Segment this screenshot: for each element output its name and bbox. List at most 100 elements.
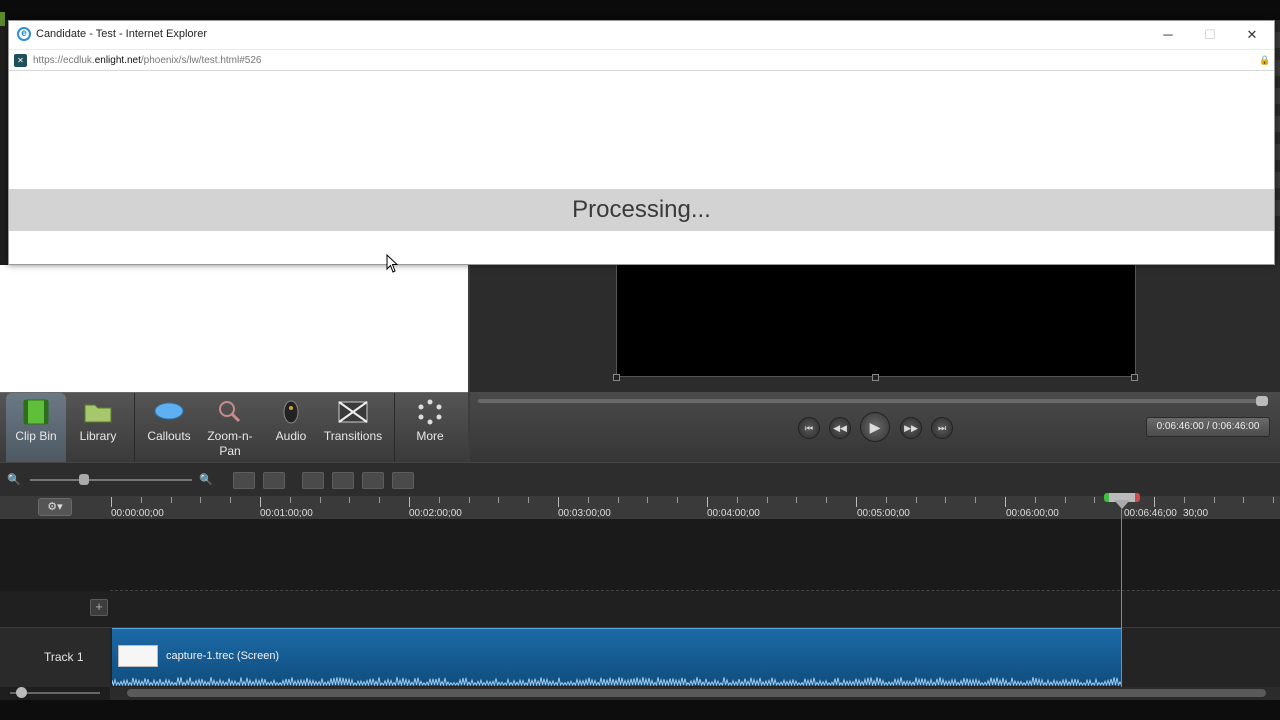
speaker-icon: [283, 400, 299, 424]
ruler-tick: [647, 497, 648, 503]
film-icon: [23, 399, 49, 425]
magnifier-icon: [219, 401, 241, 423]
playhead-marker[interactable]: [1114, 500, 1130, 509]
tab-transitions[interactable]: Transitions: [320, 393, 386, 463]
ruler-tick: [439, 497, 440, 503]
rewind-button[interactable]: ◀◀: [829, 417, 851, 439]
ruler-label: 00:05:00;00: [857, 508, 910, 519]
ruler-tick: [856, 497, 857, 507]
ruler-tick: [498, 497, 499, 503]
zoom-in-icon[interactable]: 🔍: [198, 473, 214, 487]
ruler-tick: [1243, 497, 1244, 503]
zoom-out-icon[interactable]: 🔍: [6, 473, 22, 487]
preview-canvas[interactable]: [616, 265, 1136, 377]
tool-tabs: Clip Bin Library Callouts Zoom-n- Pan Au…: [0, 392, 468, 463]
ruler-tick: [945, 497, 946, 503]
zoom-slider[interactable]: [30, 479, 192, 481]
track-height-knob[interactable]: [16, 687, 27, 698]
ruler-tick: [1214, 497, 1215, 503]
ruler-label: 00:01:00;00: [260, 508, 313, 519]
more-dots-icon: [418, 399, 442, 425]
ruler-tick: [707, 497, 708, 507]
ruler-tick: [558, 497, 559, 507]
empty-track-area: [0, 519, 1280, 591]
ruler-label: 00:02:00;00: [409, 508, 462, 519]
scrub-bar[interactable]: [478, 399, 1266, 403]
ruler-label: 00:06:00;00: [1006, 508, 1059, 519]
ruler-tick: [528, 497, 529, 503]
ruler-tick: [111, 497, 112, 507]
timeline-toolbar: [0, 462, 1280, 496]
redo-button[interactable]: [263, 472, 285, 489]
tab-zoom-n-pan[interactable]: Zoom-n- Pan: [200, 393, 260, 463]
play-button[interactable]: ▶: [860, 412, 890, 442]
maximize-button[interactable]: ☐: [1188, 21, 1232, 48]
fast-forward-button[interactable]: ▶▶: [900, 417, 922, 439]
skip-end-button[interactable]: ⏭: [931, 417, 953, 439]
close-button[interactable]: ✕: [1230, 21, 1274, 48]
ruler-tick: [588, 497, 589, 503]
ruler-tick: [409, 497, 410, 507]
ruler-tick: [260, 497, 261, 507]
ruler-tick: [1035, 497, 1036, 503]
skip-start-button[interactable]: ⏮: [798, 417, 820, 439]
timeline-ruler[interactable]: [0, 496, 1280, 519]
minimize-button[interactable]: ─: [1146, 21, 1190, 48]
ruler-tick: [1005, 497, 1006, 507]
tab-clip-bin[interactable]: Clip Bin: [6, 393, 66, 463]
address-bar[interactable]: ✕ https://ecdluk.enlight.net/phoenix/s/l…: [9, 49, 1274, 71]
resize-handle[interactable]: [872, 374, 879, 381]
ruler-tick: [916, 497, 917, 503]
resize-handle[interactable]: [613, 374, 620, 381]
skip-start-icon: ⏮: [804, 423, 814, 433]
play-icon: ▶: [869, 419, 881, 435]
ruler-tick: [171, 497, 172, 503]
tab-library[interactable]: Library: [66, 393, 130, 463]
top-bar: [0, 0, 1280, 26]
ruler-tick: [826, 497, 827, 503]
ruler-label: 30;00: [1183, 508, 1209, 519]
window-title-bar[interactable]: e Candidate - Test - Internet Explorer ─…: [9, 21, 1274, 49]
tab-label: Callouts: [147, 429, 191, 443]
split-button[interactable]: [332, 472, 354, 489]
processing-message: Processing...: [572, 196, 711, 223]
timeline-scrollbar-thumb[interactable]: [127, 689, 1266, 697]
gear-icon: ⚙▾: [47, 501, 63, 513]
tab-audio[interactable]: Audio: [266, 393, 316, 463]
bottom-bar: [0, 700, 1280, 720]
ruler-tick: [767, 497, 768, 503]
window-title: Candidate - Test - Internet Explorer: [36, 28, 207, 40]
undo-button[interactable]: [233, 472, 255, 489]
ruler-tick: [1154, 497, 1155, 507]
ruler-tick: [886, 497, 887, 503]
paste-button[interactable]: [392, 472, 414, 489]
rewind-icon: ◀◀: [833, 423, 847, 433]
playhead-line: [1121, 509, 1122, 689]
time-display: 0:06:46:00 / 0:06:46:00: [1146, 417, 1270, 437]
copy-button[interactable]: [362, 472, 384, 489]
plus-icon: +: [95, 599, 103, 614]
site-icon: ✕: [14, 54, 27, 67]
scrub-knob[interactable]: [1256, 396, 1268, 406]
ruler-tick: [349, 497, 350, 503]
ruler-tick: [1094, 497, 1095, 503]
tab-label: Library: [79, 429, 117, 443]
playhead-time-label: 00:06:46;00: [1124, 508, 1177, 519]
zoom-slider-knob[interactable]: [79, 474, 89, 485]
tab-callouts[interactable]: Callouts: [140, 393, 198, 463]
tab-label: Audio: [275, 429, 307, 443]
lock-icon: 🔒: [1259, 55, 1271, 65]
tab-more[interactable]: More: [402, 393, 458, 463]
ruler-tick: [141, 497, 142, 503]
resize-handle[interactable]: [1131, 374, 1138, 381]
cut-button[interactable]: [302, 472, 324, 489]
track-settings-button[interactable]: ⚙▾: [38, 498, 72, 516]
ruler-tick: [200, 497, 201, 503]
add-track-button[interactable]: +: [90, 599, 108, 616]
ruler-tick: [618, 497, 619, 503]
tab-label: Clip Bin: [15, 429, 57, 443]
ruler-label: 00:04:00;00: [707, 508, 760, 519]
track-name: Track 1: [44, 650, 84, 664]
clip-thumbnail: [118, 645, 158, 667]
ruler-tick: [737, 497, 738, 503]
